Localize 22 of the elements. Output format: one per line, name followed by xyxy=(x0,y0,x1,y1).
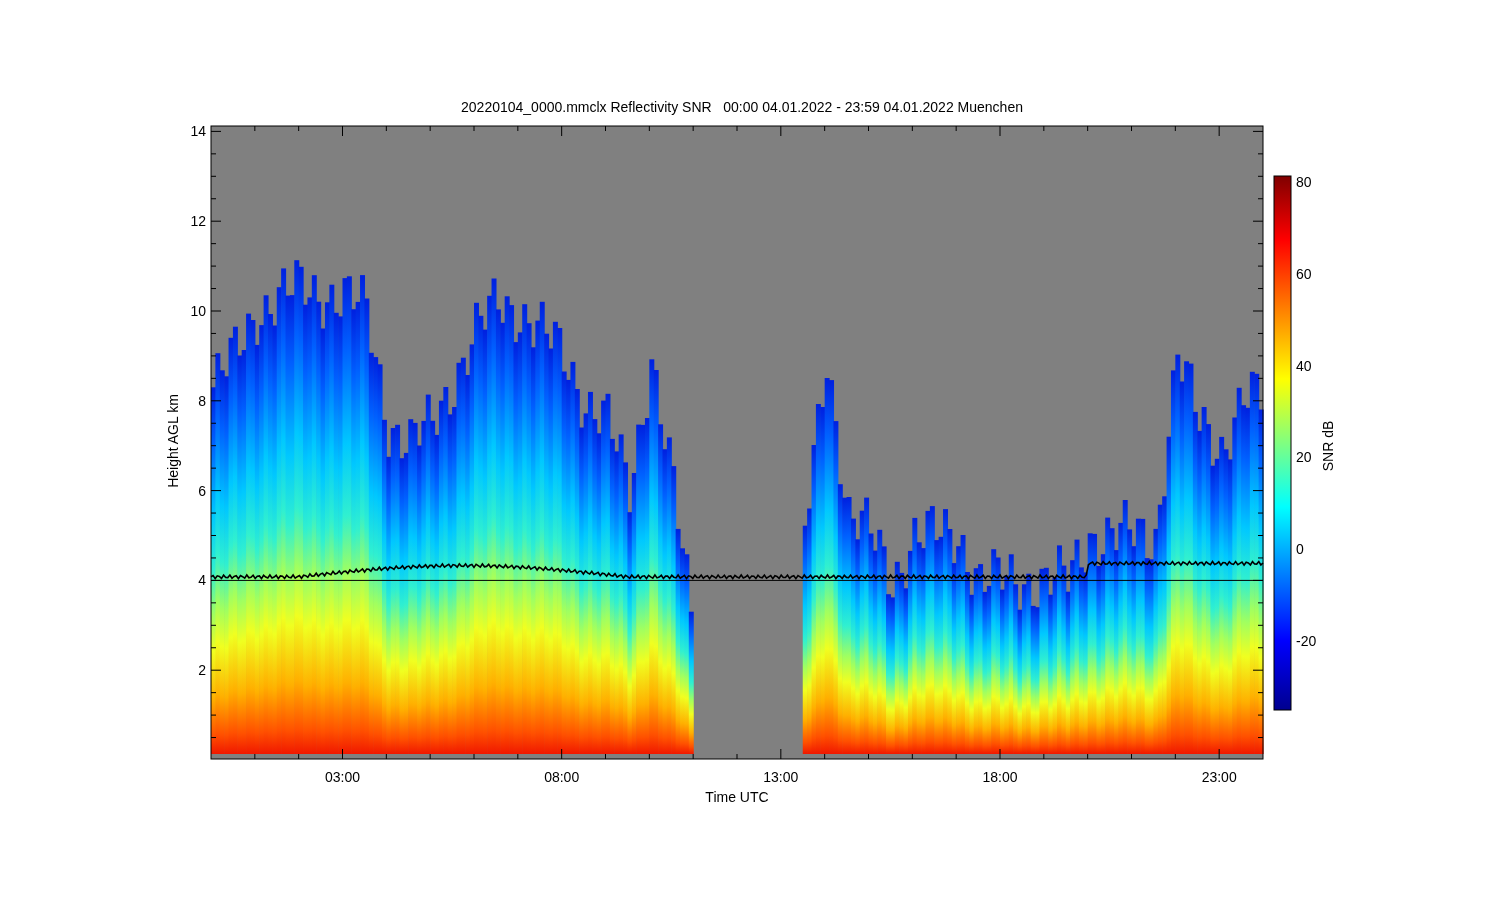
y-tick-label: 10 xyxy=(190,303,206,319)
colorbar-tick-label: 0 xyxy=(1296,541,1304,558)
x-tick-label: 08:00 xyxy=(544,769,580,785)
y-tick-label: 4 xyxy=(198,572,206,589)
y-tick-label: 8 xyxy=(198,392,206,409)
x-axis-title: Time UTC xyxy=(705,789,769,805)
colorbar-tick-label: 20 xyxy=(1296,449,1312,466)
y-axis-title: Height AGL km xyxy=(165,394,181,488)
y-tick-label: 6 xyxy=(198,482,206,499)
x-tick-label: 23:00 xyxy=(1201,769,1237,785)
x-tick-label: 03:00 xyxy=(325,769,360,785)
colorbar-tick-label: -20 xyxy=(1296,633,1317,649)
y-tick-label: 12 xyxy=(190,213,206,230)
y-tick-label: 14 xyxy=(190,123,206,140)
colorbar-tick-label: 60 xyxy=(1296,265,1312,282)
x-tick-label: 13:00 xyxy=(763,769,799,785)
colorbar-title: SNR dB xyxy=(1320,420,1336,472)
colorbar-tick-label: 80 xyxy=(1296,174,1312,190)
colorbar-tick-label: 40 xyxy=(1296,357,1312,374)
plot-title: 20220104_0000.mmclx Reflectivity SNR 00:00 04.01.2022 - 23:59 04.01.2022 Muenchen xyxy=(461,99,1023,115)
x-tick-label: 18:00 xyxy=(982,769,1018,785)
y-tick-label: 2 xyxy=(198,662,206,679)
